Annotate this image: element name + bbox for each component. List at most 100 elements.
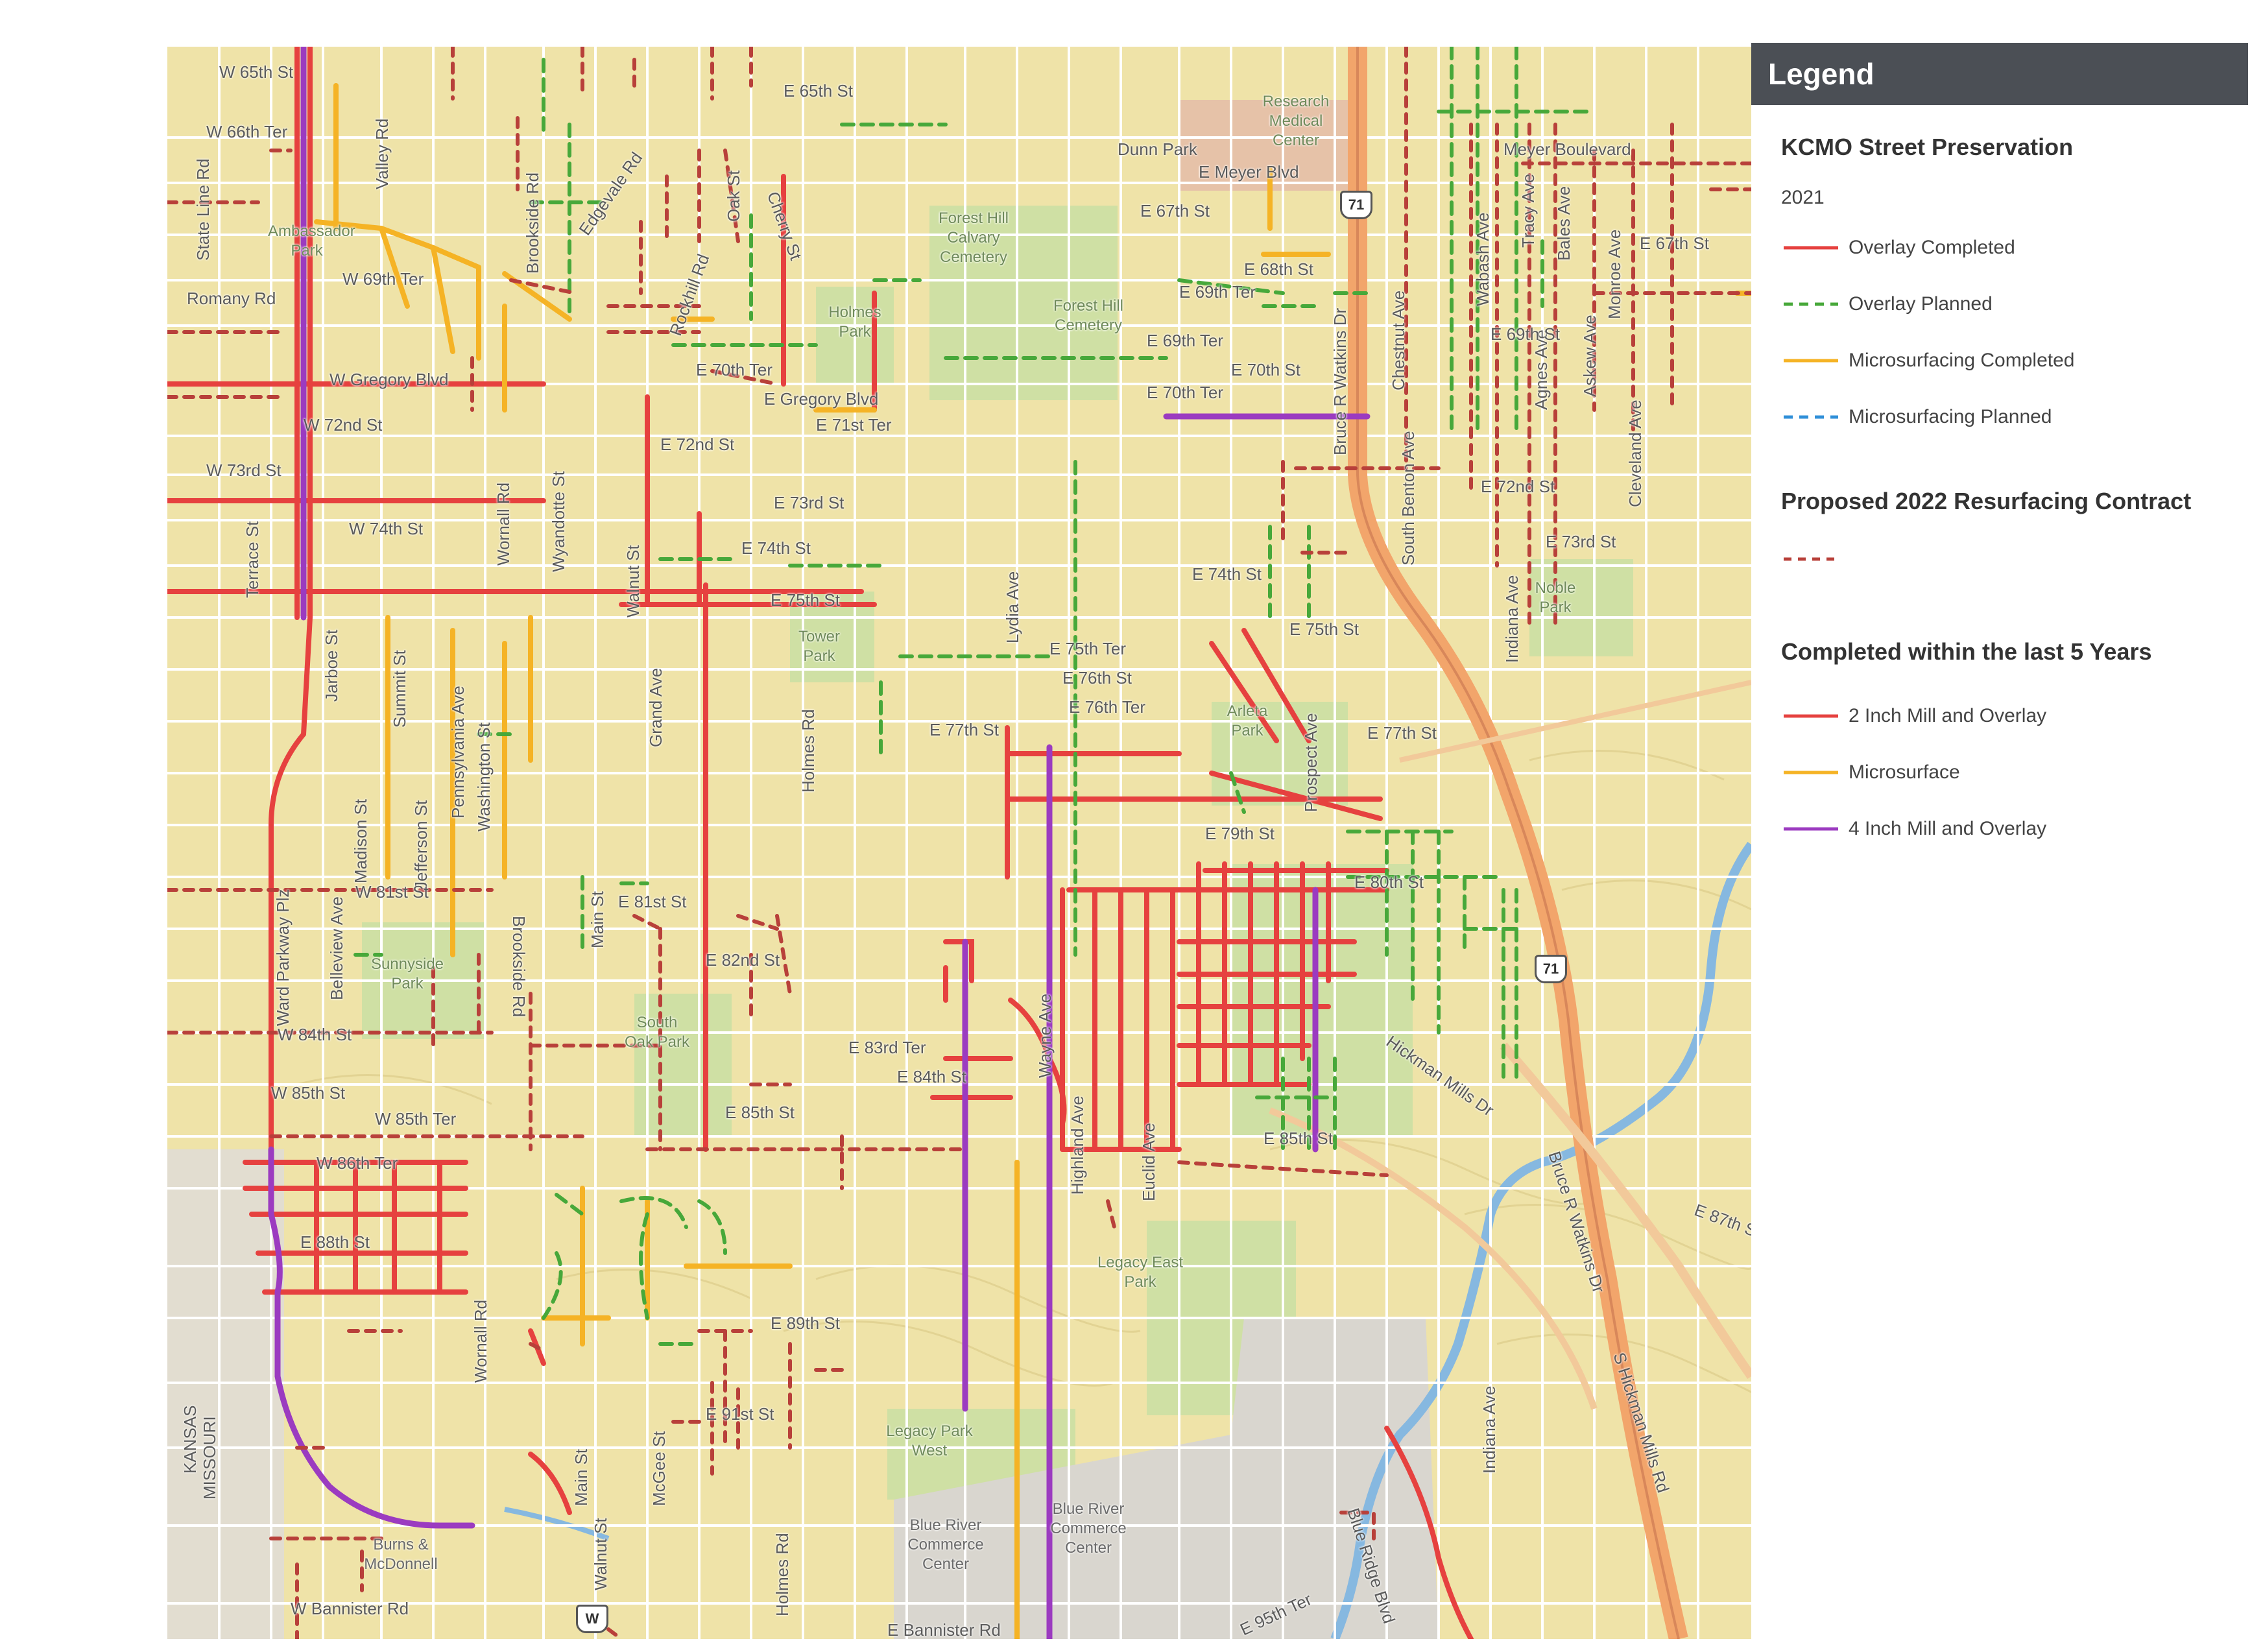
legend-item-microsurfacing-completed: Microsurfacing Completed [1781,348,2074,374]
street-label: E 88th St [300,1232,370,1252]
street-label: Main St [571,1448,591,1506]
legend-label: Microsurfacing Completed [1849,350,2075,371]
street-label: Pennsylvania Ave [448,686,468,819]
street-label: E 69th Ter [1147,331,1224,350]
street-label: E 70th St [1231,360,1300,379]
street-label: W 86th Ter [317,1153,398,1173]
street-label: Lydia Ave [1003,571,1022,643]
street-label: W 65th St [219,62,294,82]
street-label: E Bannister Rd [887,1620,1001,1639]
legend-label: Overlay Planned [1849,293,1993,315]
street-label: Indiana Ave [1502,575,1522,663]
street-label: E 85th St [725,1103,795,1122]
us-71-shield: 71 [1340,191,1372,219]
street-label: Cleveland Ave [1625,400,1645,507]
street-label: E 75th Ter [1049,639,1127,658]
street-label: W 69th Ter [342,269,424,289]
street-label: E 72nd St [1481,477,1555,496]
street-label: Dunn Park [1118,139,1197,159]
legend-swatch [1784,246,1838,250]
street-label: E 75th St [771,590,840,610]
legend-item-overlay-planned: Overlay Planned [1781,291,1993,317]
legend-item-proposed-2022 [1781,546,1849,572]
street-label: Wornall Rd [471,1299,490,1383]
street-label: E 68th St [1244,259,1313,279]
legend-label: Overlay Completed [1849,237,2015,258]
legend-swatch [1784,714,1838,718]
street-label: W 84th St [278,1025,352,1044]
street-label: Indiana Ave [1479,1385,1499,1474]
street-label: E 91st St [706,1404,774,1424]
park-label: Forest Hill Calvary Cemetery [938,209,1009,266]
street-label: Prospect Ave [1301,713,1321,812]
place-label: Blue River Commerce Center [907,1516,984,1573]
street-label: E 75th St [1289,619,1359,639]
street-label: Main St [588,891,607,948]
street-label: Wyandotte St [549,471,568,572]
street-label: E 70th Ter [696,360,773,379]
park-label: South Oak Park [624,1014,690,1051]
street-label: Wayne Ave [1035,993,1055,1078]
street-label: E 84th St [897,1067,966,1086]
street-label: Madison St [351,798,370,883]
street-label: Grand Ave [646,667,665,747]
street-label: E Meyer Blvd [1199,162,1299,182]
map-panel[interactable]: W 65th St W 66th Ter Valley Rd State Lin… [167,47,1751,1639]
legend-label: 4 Inch Mill and Overlay [1849,818,2047,839]
street-label: Summit St [390,650,409,728]
street-label: Chestnut Ave [1389,290,1408,390]
park-label: Research Medical Center [1262,93,1330,149]
legend-swatch [1784,771,1838,774]
legend-section-title: Proposed 2022 Resurfacing Contract [1781,488,2192,514]
street-label: E 85th St [1263,1129,1333,1148]
street-label: E 69th St [1491,324,1560,344]
park-label: Arleta Park [1227,702,1268,739]
street-label: E 67th St [1640,233,1709,253]
street-label: E 76th Ter [1069,697,1146,717]
street-label: Monroe Ave [1605,229,1624,319]
street-label: Valley Rd [372,118,392,189]
street-label: Holmes Rd [798,709,818,793]
street-label: Bales Ave [1554,186,1574,261]
street-label: W Gregory Blvd [329,370,449,389]
legend-swatch [1784,302,1838,306]
street-label: Askew Ave [1580,315,1599,397]
street-label: E 77th St [929,720,999,739]
street-label: Washington St [474,722,494,832]
street-label: Euclid Ave [1139,1123,1158,1201]
park-label: Ambassador Park [268,222,355,259]
street-label: E 70th Ter [1147,383,1224,402]
park-label: Legacy Park West [886,1422,973,1459]
street-label: Walnut St [591,1518,610,1590]
place-label: Blue River Commerce Center [1050,1500,1127,1557]
street-label: Wornall Rd [494,482,513,566]
legend-section-title: Completed within the last 5 Years [1781,638,2152,665]
state-line-commercial-area [167,1149,284,1639]
street-label: E 81st St [618,892,687,911]
street-label: E 67th St [1140,201,1210,221]
legend-label: Microsurfacing Planned [1849,406,2052,427]
street-label: Jefferson St [411,800,431,890]
street-label: E 77th St [1367,723,1437,743]
street-label: Belleview Ave [327,896,346,1000]
street-label: E Gregory Blvd [764,389,879,409]
street-label: W 81st St [355,882,429,902]
legend-swatch [1784,359,1838,363]
street-label: McGee St [649,1431,669,1506]
legend-item-microsurface: Microsurface [1781,760,1960,785]
street-label: Brookside Rd [523,172,542,274]
street-label: Jarboe St [322,629,341,702]
street-label: Ward Parkway Plz [273,889,293,1026]
street-label: W 73rd St [206,461,281,480]
street-label: E 83rd Ter [848,1038,926,1057]
legend-item-overlay-completed: Overlay Completed [1781,235,2015,261]
street-label: Wabash Ave [1473,212,1492,306]
street-label: E 76th St [1062,668,1132,688]
street-label: W 85th St [271,1083,346,1103]
street-label: Bruce R Watkins Dr [1330,307,1350,455]
state-label: MISSOURI [200,1416,219,1500]
street-label: W 85th Ter [375,1109,457,1129]
street-label: Meyer Boulevard [1503,139,1631,159]
street-label: E 74th St [741,538,811,558]
street-label: E 69th Ter [1179,282,1256,302]
